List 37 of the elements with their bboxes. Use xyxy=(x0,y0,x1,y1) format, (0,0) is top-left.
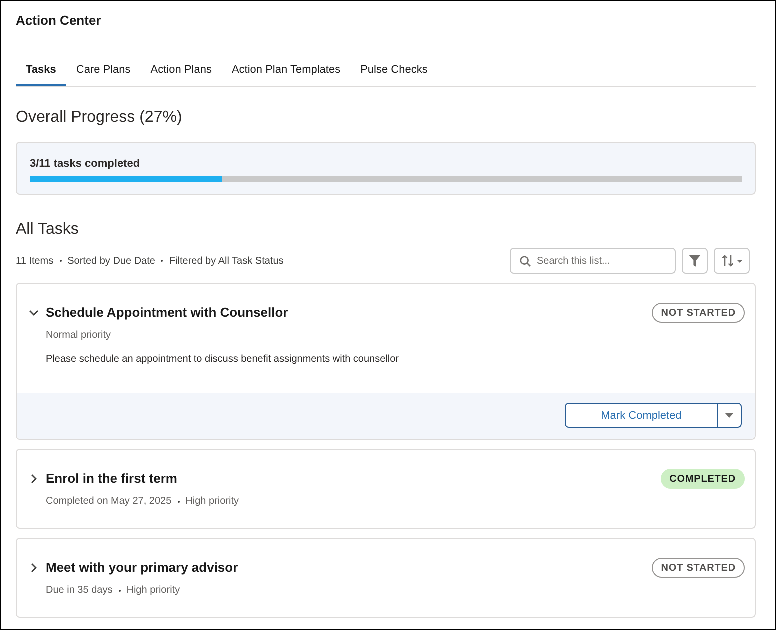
task-title: Schedule Appointment with Counsellor xyxy=(46,304,288,322)
task-detail: Due in 35 days xyxy=(46,584,113,597)
tab[interactable]: Action Plan Templates xyxy=(222,55,351,86)
task-detail: Normal priority xyxy=(46,329,112,342)
tab[interactable]: Care Plans xyxy=(66,55,141,86)
more-actions-button[interactable] xyxy=(717,403,742,428)
list-info: 11 Items xyxy=(16,254,54,268)
list-info: Sorted by Due Date xyxy=(68,254,156,268)
list-info: Filtered by All Task Status xyxy=(169,254,284,268)
search-field[interactable]: Search this list... xyxy=(510,248,676,274)
page-title: Action Center xyxy=(16,13,102,29)
sort-button[interactable] xyxy=(714,248,750,274)
task-detail: High priority xyxy=(186,495,239,508)
caret-down-icon xyxy=(725,413,734,418)
chevron-down-icon[interactable] xyxy=(29,310,39,316)
task-title: Meet with your primary advisor xyxy=(46,559,238,577)
task-detail: Completed on May 27, 2025 xyxy=(46,495,172,508)
section-heading: All Tasks xyxy=(16,220,79,240)
tab[interactable]: Action Plans xyxy=(140,55,222,86)
mark-completed-button[interactable]: Mark Completed xyxy=(565,403,718,428)
section-heading: Overall Progress (27%) xyxy=(16,108,182,128)
progress-summary: 3/11 tasks completed xyxy=(30,157,140,171)
filter-button[interactable] xyxy=(682,248,708,274)
status-badge: NOT STARTED xyxy=(652,303,745,323)
task-description: Please schedule an appointment to discuss benefit assignments with counsellor xyxy=(46,353,399,366)
tab[interactable]: Tasks xyxy=(16,55,66,86)
status-badge: COMPLETED xyxy=(660,469,745,489)
status-badge: NOT STARTED xyxy=(652,558,745,578)
caret-down-icon xyxy=(736,260,742,262)
task-detail: High priority xyxy=(126,584,180,597)
sort-icon xyxy=(722,255,734,267)
search-icon xyxy=(520,256,531,266)
chevron-right-icon[interactable] xyxy=(31,563,37,573)
filter-icon xyxy=(689,255,701,267)
task-title: Enrol in the first term xyxy=(46,470,178,488)
chevron-right-icon[interactable] xyxy=(31,474,37,484)
tab[interactable]: Pulse Checks xyxy=(350,55,438,86)
